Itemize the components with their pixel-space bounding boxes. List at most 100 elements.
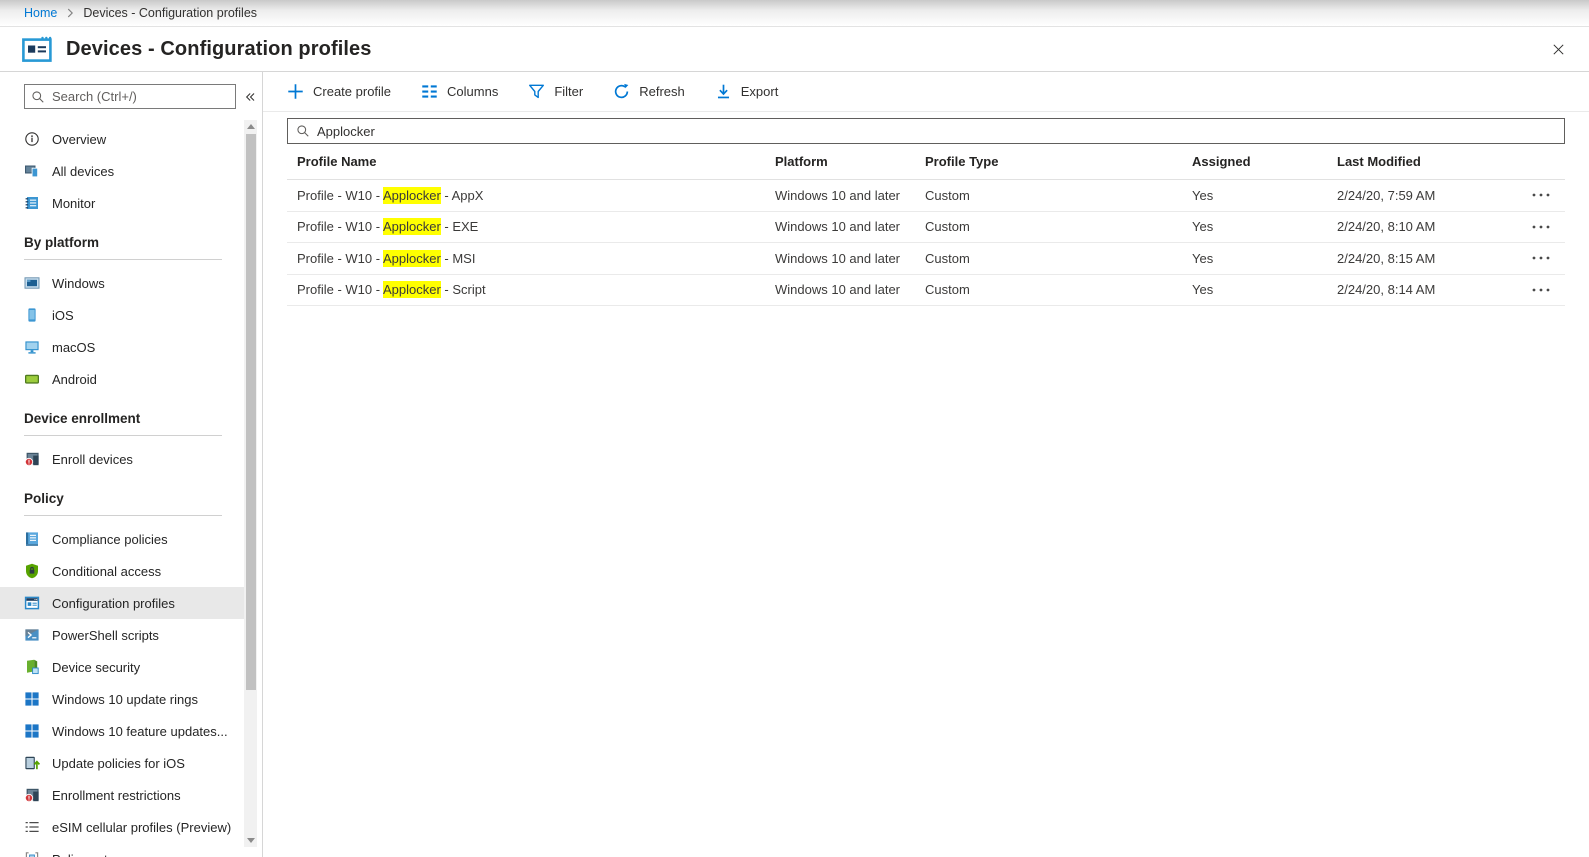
profile-name-cell: Profile - W10 - Applocker - MSI bbox=[297, 249, 476, 267]
column-header-last-modified[interactable]: Last Modified bbox=[1337, 154, 1507, 169]
sidebar-item-configuration-profiles[interactable]: Configuration profiles bbox=[0, 587, 245, 619]
row-context-menu-button[interactable] bbox=[1531, 188, 1565, 202]
row-context-menu-button[interactable] bbox=[1531, 251, 1565, 265]
sidebar-nav: Overview All devices Monitor By platform Win… bbox=[0, 123, 262, 857]
table-row[interactable]: Profile - W10 - Applocker - Script Window… bbox=[287, 275, 1565, 306]
column-header-assigned[interactable]: Assigned bbox=[1192, 154, 1337, 169]
sidebar-item-label: Conditional access bbox=[52, 563, 162, 579]
search-highlight: Applocker bbox=[382, 249, 441, 267]
monitor-icon bbox=[24, 195, 40, 211]
overview-icon bbox=[24, 131, 40, 147]
enroll-devices-icon bbox=[24, 451, 40, 467]
sidebar-item-esim-cellular-profiles-preview[interactable]: eSIM cellular profiles (Preview) bbox=[0, 811, 245, 843]
sidebar-item-label: PowerShell scripts bbox=[52, 627, 159, 643]
sidebar-item-compliance-policies[interactable]: Compliance policies bbox=[0, 523, 245, 555]
sidebar-item-label: Overview bbox=[52, 131, 107, 147]
table-row[interactable]: Profile - W10 - Applocker - MSI Windows 1… bbox=[287, 243, 1565, 275]
sidebar-item-enrollment-restrictions[interactable]: Enrollment restrictions bbox=[0, 779, 245, 811]
sidebar-section-device-enrollment: Device enrollment bbox=[24, 401, 222, 436]
table-row[interactable]: Profile - W10 - Applocker - AppX Windows … bbox=[287, 180, 1565, 212]
close-icon[interactable] bbox=[1547, 38, 1569, 60]
profile-filter-box bbox=[287, 118, 1565, 144]
sidebar-item-label: Configuration profiles bbox=[52, 595, 175, 611]
sidebar-item-powershell-scripts[interactable]: PowerShell scripts bbox=[0, 619, 245, 651]
search-icon bbox=[296, 124, 310, 138]
last-modified-cell: 2/24/20, 8:10 AM bbox=[1337, 219, 1436, 235]
search-highlight: Applocker bbox=[382, 186, 441, 204]
column-header-platform[interactable]: Platform bbox=[775, 154, 925, 169]
row-context-menu-button[interactable] bbox=[1531, 220, 1565, 234]
sidebar-item-label: Policy sets bbox=[52, 852, 114, 857]
sidebar-item-device-security[interactable]: Device security bbox=[0, 651, 245, 683]
search-highlight: Applocker bbox=[382, 281, 441, 299]
assigned-cell: Yes bbox=[1192, 250, 1214, 266]
breadcrumb: Home Devices - Configuration profiles bbox=[0, 0, 1589, 27]
columns-button[interactable]: Columns bbox=[421, 83, 498, 100]
column-header-profile-name[interactable]: Profile Name bbox=[287, 154, 775, 169]
refresh-button[interactable]: Refresh bbox=[613, 83, 685, 100]
filter-button[interactable]: Filter bbox=[528, 83, 583, 100]
sidebar-item-android[interactable]: Android bbox=[0, 363, 245, 395]
row-context-menu-button[interactable] bbox=[1531, 283, 1565, 297]
double-chevron-left-icon[interactable] bbox=[238, 85, 262, 109]
create-profile-button[interactable]: Create profile bbox=[287, 83, 391, 100]
export-button[interactable]: Export bbox=[715, 83, 778, 100]
sidebar-item-enroll-devices[interactable]: Enroll devices bbox=[0, 443, 245, 475]
table-row[interactable]: Profile - W10 - Applocker - EXE Windows 1… bbox=[287, 212, 1565, 243]
scrollbar-thumb[interactable] bbox=[245, 134, 256, 690]
last-modified-cell: 2/24/20, 7:59 AM bbox=[1337, 187, 1436, 203]
sidebar-item-monitor[interactable]: Monitor bbox=[0, 187, 245, 219]
sidebar-item-label: Update policies for iOS bbox=[52, 755, 185, 771]
refresh-icon bbox=[613, 83, 630, 100]
sidebar-item-windows-10-update-rings[interactable]: Windows 10 update rings bbox=[0, 683, 245, 715]
sidebar-item-label: Device security bbox=[52, 659, 141, 675]
compliance-policies-icon bbox=[24, 531, 40, 547]
column-header-profile-type[interactable]: Profile Type bbox=[925, 154, 1192, 169]
sidebar-item-macos[interactable]: macOS bbox=[0, 331, 245, 363]
breadcrumb-home-link[interactable]: Home bbox=[24, 6, 57, 20]
sidebar-scrollbar[interactable] bbox=[244, 120, 257, 847]
scroll-down-arrow[interactable] bbox=[244, 834, 257, 847]
sidebar-item-label: Enrollment restrictions bbox=[52, 787, 181, 803]
assigned-cell: Yes bbox=[1192, 187, 1214, 203]
profile-name-cell: Profile - W10 - Applocker - EXE bbox=[297, 218, 479, 236]
profile-type-cell: Custom bbox=[925, 187, 970, 203]
sidebar-item-ios[interactable]: iOS bbox=[0, 299, 245, 331]
sidebar-item-label: Android bbox=[52, 371, 97, 387]
sidebar-item-all-devices[interactable]: All devices bbox=[0, 155, 245, 187]
toolbar-button-label: Create profile bbox=[313, 84, 392, 99]
sidebar-item-windows-10-feature-updates[interactable]: Windows 10 feature updates... bbox=[0, 715, 245, 747]
conditional-access-icon bbox=[24, 563, 40, 579]
windows-icon bbox=[24, 275, 40, 291]
ios-icon bbox=[24, 307, 40, 323]
sidebar-item-overview[interactable]: Overview bbox=[0, 123, 245, 155]
scroll-up-arrow[interactable] bbox=[244, 120, 257, 133]
sidebar-item-windows[interactable]: Windows bbox=[0, 267, 245, 299]
profile-type-cell: Custom bbox=[925, 219, 970, 235]
sidebar-section-policy: Policy bbox=[24, 481, 222, 516]
sidebar-search-input[interactable] bbox=[52, 89, 230, 104]
page-title: Devices - Configuration profiles bbox=[66, 37, 372, 60]
chevron-right-icon bbox=[63, 6, 77, 20]
profiles-table: Profile Name Platform Profile Type Assigned… bbox=[287, 144, 1565, 306]
search-highlight: Applocker bbox=[382, 218, 441, 236]
sidebar-item-update-policies-for-ios[interactable]: Update policies for iOS bbox=[0, 747, 245, 779]
last-modified-cell: 2/24/20, 8:15 AM bbox=[1337, 250, 1436, 266]
assigned-cell: Yes bbox=[1192, 282, 1214, 298]
sidebar-item-label: Windows 10 update rings bbox=[52, 691, 198, 707]
profile-filter-input[interactable] bbox=[317, 123, 1556, 139]
sidebar-item-label: Windows bbox=[52, 275, 105, 291]
android-icon bbox=[24, 371, 40, 387]
sidebar-item-conditional-access[interactable]: Conditional access bbox=[0, 555, 245, 587]
filter-icon bbox=[528, 83, 545, 100]
sidebar-item-policy-sets[interactable]: Policy sets bbox=[0, 843, 245, 857]
last-modified-cell: 2/24/20, 8:14 AM bbox=[1337, 282, 1436, 298]
toolbar-button-label: Columns bbox=[447, 84, 499, 99]
sidebar-item-label: macOS bbox=[52, 339, 96, 355]
sidebar: Overview All devices Monitor By platform Win… bbox=[0, 72, 263, 857]
breadcrumb-current: Devices - Configuration profiles bbox=[83, 6, 258, 20]
toolbar-button-label: Refresh bbox=[639, 84, 685, 99]
sidebar-item-label: iOS bbox=[52, 307, 74, 323]
configuration-profiles-page-icon bbox=[22, 36, 52, 62]
sidebar-item-label: All devices bbox=[52, 163, 115, 179]
